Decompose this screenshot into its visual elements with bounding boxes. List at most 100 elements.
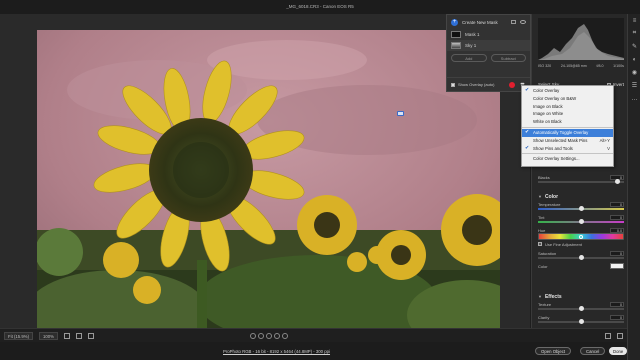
fine-adjust-label: Use Fine Adjustment	[545, 241, 582, 247]
blacks-label: Blacks	[538, 174, 550, 180]
slider-knob[interactable]	[614, 179, 620, 184]
fine-adjust-checkbox[interactable]	[538, 242, 542, 246]
app-window: _MG_6018.CR3 - Canon EOS R5 + Create New…	[0, 0, 640, 360]
blacks-slider[interactable]	[538, 179, 624, 184]
presets-icon[interactable]: ☰	[628, 79, 640, 92]
temperature-label: Temperature	[538, 201, 561, 207]
menu-item-unselected-pins[interactable]: Show Unselected Mask Pins Alt+Y	[522, 137, 613, 145]
clarity-label: Clarity	[538, 314, 550, 320]
aperture-value: f/8.0	[596, 64, 604, 68]
color-section: ▼ Color Temperature 0 Tint 0 Hue 0.0 Use…	[538, 192, 624, 269]
menu-item-label: Color Overlay Settings...	[533, 156, 580, 162]
slider-knob[interactable]	[578, 306, 584, 311]
fit-zoom-select[interactable]: Fit (15.9%)	[4, 331, 34, 340]
subtract-button[interactable]: Subtract	[490, 54, 526, 62]
more-icon[interactable]: …	[628, 92, 640, 105]
window-title: _MG_6018.CR3 - Canon EOS R5	[0, 0, 640, 14]
show-overlay-checkbox[interactable]	[451, 82, 455, 87]
mask-item-selected[interactable]: Sky 1	[447, 40, 530, 51]
heal-icon[interactable]: ✎	[628, 40, 640, 53]
clarity-value[interactable]: 0	[610, 314, 624, 320]
slider-knob[interactable]	[578, 319, 584, 324]
rating-stars[interactable]	[250, 332, 289, 339]
crop-icon[interactable]: ⌗	[628, 27, 640, 40]
menu-item-label: Color Overlay	[533, 88, 560, 93]
color-section-header[interactable]: ▼ Color	[538, 192, 624, 201]
photo-preview[interactable]	[37, 30, 500, 338]
menu-item-overlay-bw[interactable]: Color Overlay on B&W	[522, 95, 613, 103]
overlay-color-swatch[interactable]	[509, 81, 515, 88]
shortcut-label: Alt+Y	[599, 137, 610, 143]
panel-toggle-icon[interactable]	[511, 20, 516, 24]
iso-value: ISO 320	[538, 64, 552, 68]
edit-panel: ISO 320 24-105@85 mm f/8.0 1/100s Select…	[531, 14, 627, 337]
slider-knob[interactable]	[578, 206, 584, 211]
menu-item-overlay-settings[interactable]: Color Overlay Settings...	[522, 155, 613, 163]
check-icon: ✔	[525, 144, 530, 151]
menu-item-color-overlay[interactable]: ✔ Color Overlay	[522, 87, 613, 95]
hue-knob[interactable]	[579, 235, 584, 239]
tint-slider[interactable]	[538, 219, 624, 224]
grid-icon[interactable]	[64, 332, 71, 339]
clarity-slider[interactable]	[538, 319, 624, 324]
create-mask-label[interactable]: Create New Mask	[462, 20, 507, 25]
texture-slider[interactable]	[538, 306, 624, 311]
open-object-button[interactable]: Open Object	[535, 347, 572, 355]
add-button[interactable]: Add	[451, 54, 487, 62]
plus-icon[interactable]: +	[451, 18, 458, 26]
star-icon[interactable]	[266, 332, 273, 339]
filter-icon[interactable]	[88, 332, 95, 339]
star-icon[interactable]	[282, 332, 289, 339]
mask-label: Sky 1	[465, 43, 477, 48]
invert-label: Invert	[612, 82, 624, 87]
histogram	[538, 18, 624, 60]
edit-icon[interactable]: ≡	[628, 14, 640, 27]
mask-label: Mask 1	[465, 32, 480, 37]
menu-divider	[522, 126, 613, 128]
eye-icon[interactable]	[520, 20, 526, 24]
mask-item[interactable]: Mask 1	[447, 29, 530, 40]
masks-panel: + Create New Mask Mask 1 Sky 1 Add Subtr…	[446, 14, 531, 92]
workflow-options-link[interactable]: ProPhoto RGB - 16 bit - 8192 x 5464 (44.…	[223, 349, 330, 354]
shutter-value: 1/100s	[613, 64, 624, 68]
menu-item-label: Automatically Toggle Overlay	[533, 129, 589, 135]
split-view-icon[interactable]	[617, 332, 623, 339]
menu-item-image-white[interactable]: Image on White	[522, 110, 613, 118]
temperature-slider[interactable]	[538, 206, 624, 211]
menu-item-image-black[interactable]: Image on Black	[522, 103, 613, 111]
mask-icon[interactable]: ◐	[628, 53, 640, 66]
zoom-percent[interactable]: 100%	[39, 331, 59, 340]
chevron-down-icon[interactable]: ▼	[538, 194, 542, 199]
before-after-icon[interactable]	[605, 332, 611, 339]
star-icon[interactable]	[258, 332, 265, 339]
menu-item-auto-toggle[interactable]: ✔ Automatically Toggle Overlay	[522, 128, 613, 137]
mask-thumbnail	[451, 31, 461, 38]
status-bar: Fit (15.9%) 100%	[0, 328, 627, 342]
temperature-value[interactable]: 0	[610, 201, 624, 207]
tint-label: Tint	[538, 214, 545, 220]
texture-value[interactable]: 0	[610, 301, 624, 307]
mask-pin[interactable]	[397, 111, 404, 116]
effects-section-title: Effects	[544, 293, 562, 300]
color-swatch[interactable]	[610, 263, 624, 269]
hue-slider[interactable]	[538, 233, 624, 240]
saturation-value[interactable]: 0	[610, 250, 624, 256]
create-mask-row[interactable]: + Create New Mask	[447, 15, 530, 29]
star-icon[interactable]	[274, 332, 281, 339]
menu-item-white-black[interactable]: White on Black	[522, 118, 613, 126]
redeye-icon[interactable]: ◉	[628, 66, 640, 79]
star-icon[interactable]	[250, 332, 257, 339]
cancel-button[interactable]: Cancel	[580, 347, 606, 355]
done-button[interactable]: Done	[609, 347, 628, 355]
tint-value[interactable]: 0	[610, 214, 624, 220]
compare-icon[interactable]	[76, 332, 83, 339]
saturation-slider[interactable]	[538, 255, 624, 260]
menu-item-pins-tools[interactable]: ✔ Show Pins and Tools V	[522, 145, 613, 153]
slider-knob[interactable]	[578, 255, 584, 260]
chevron-down-icon[interactable]: ▼	[538, 294, 542, 299]
menu-item-label: Color Overlay on B&W	[533, 95, 577, 101]
overlay-footer: Show Overlay (auto) •••	[447, 77, 530, 91]
hue-value[interactable]: 0.0	[610, 227, 624, 233]
slider-knob[interactable]	[578, 219, 584, 224]
effects-section-header[interactable]: ▼ Effects	[538, 292, 624, 301]
